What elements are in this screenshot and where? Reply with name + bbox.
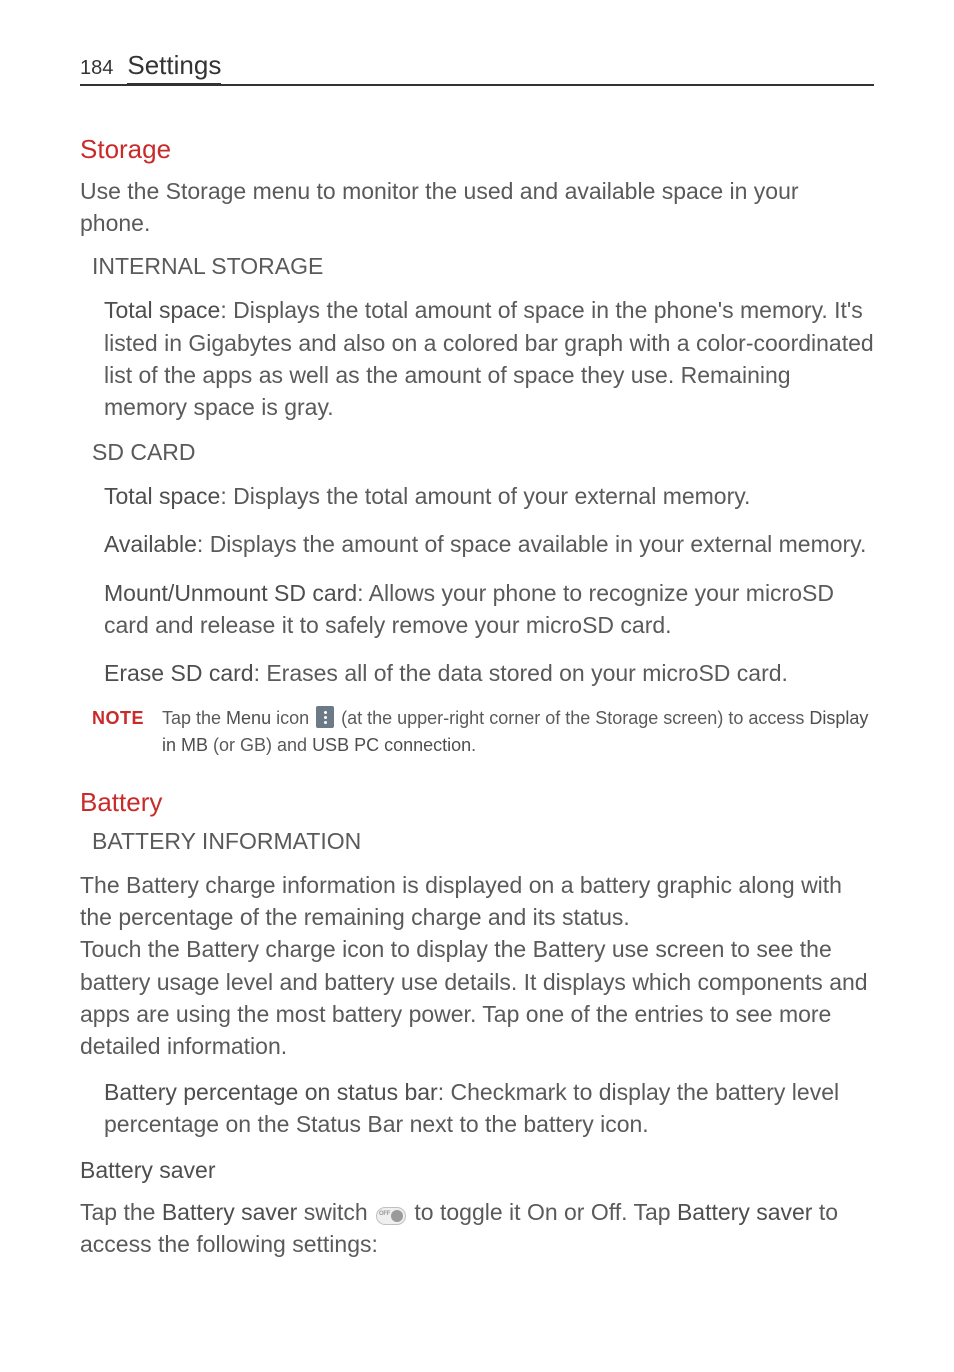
note-pre: Tap the [162, 708, 226, 728]
sd-card-heading: SD CARD [92, 439, 874, 466]
sd-available-text: : Displays the amount of space available… [197, 531, 866, 557]
sd-total-item: Total space: Displays the total amount o… [104, 480, 874, 512]
saver-mid2: to toggle it On or Off. Tap [408, 1199, 677, 1225]
menu-icon [316, 706, 334, 728]
page-header: 184 Settings [80, 50, 874, 86]
saver-bold1: Battery saver [162, 1199, 298, 1225]
note-mid1: icon [271, 708, 314, 728]
sd-total-text: : Displays the total amount of your exte… [220, 483, 750, 509]
page-container: 184 Settings Storage Use the Storage men… [0, 0, 954, 1372]
battery-pct-label: Battery percentage on status bar [104, 1079, 438, 1105]
internal-total-label: Total space [104, 297, 220, 323]
note-text: Tap the Menu icon (at the upper-right co… [162, 705, 874, 759]
battery-section-title: Battery [80, 787, 874, 818]
saver-bold2: Battery saver [677, 1199, 813, 1225]
sd-available-item: Available: Displays the amount of space … [104, 528, 874, 560]
sd-mount-label: Mount/Unmount SD card [104, 580, 357, 606]
internal-total-item: Total space: Displays the total amount o… [104, 294, 874, 423]
note-usb-bold: USB PC connection [312, 735, 471, 755]
header-title: Settings [127, 50, 221, 85]
battery-pct-item: Battery percentage on status bar: Checkm… [104, 1076, 874, 1140]
toggle-off-icon: OFF [376, 1207, 406, 1225]
note-end: . [471, 735, 476, 755]
sd-mount-item: Mount/Unmount SD card: Allows your phone… [104, 577, 874, 641]
storage-section-title: Storage [80, 134, 874, 165]
page-number: 184 [80, 57, 113, 80]
battery-saver-text: Tap the Battery saver switch OFF to togg… [80, 1196, 874, 1260]
sd-total-label: Total space [104, 483, 220, 509]
sd-erase-label: Erase SD card [104, 660, 254, 686]
battery-p2: Touch the Battery charge icon to display… [80, 933, 874, 1062]
note-or: (or GB) and [208, 735, 312, 755]
saver-pre: Tap the [80, 1199, 162, 1225]
note-menu-bold: Menu [226, 708, 271, 728]
battery-info-heading: BATTERY INFORMATION [92, 828, 874, 855]
battery-p1: The Battery charge information is displa… [80, 869, 874, 933]
note-mid2: (at the upper-right corner of the Storag… [336, 708, 809, 728]
internal-total-text: : Displays the total amount of space in … [104, 297, 874, 420]
storage-intro: Use the Storage menu to monitor the used… [80, 175, 874, 239]
saver-mid1: switch [297, 1199, 374, 1225]
sd-erase-item: Erase SD card: Erases all of the data st… [104, 657, 874, 689]
sd-erase-text: : Erases all of the data stored on your … [254, 660, 788, 686]
note-label: NOTE [92, 705, 162, 759]
sd-available-label: Available [104, 531, 197, 557]
battery-saver-heading: Battery saver [80, 1157, 874, 1184]
internal-storage-heading: INTERNAL STORAGE [92, 253, 874, 280]
storage-note: NOTE Tap the Menu icon (at the upper-rig… [92, 705, 874, 759]
